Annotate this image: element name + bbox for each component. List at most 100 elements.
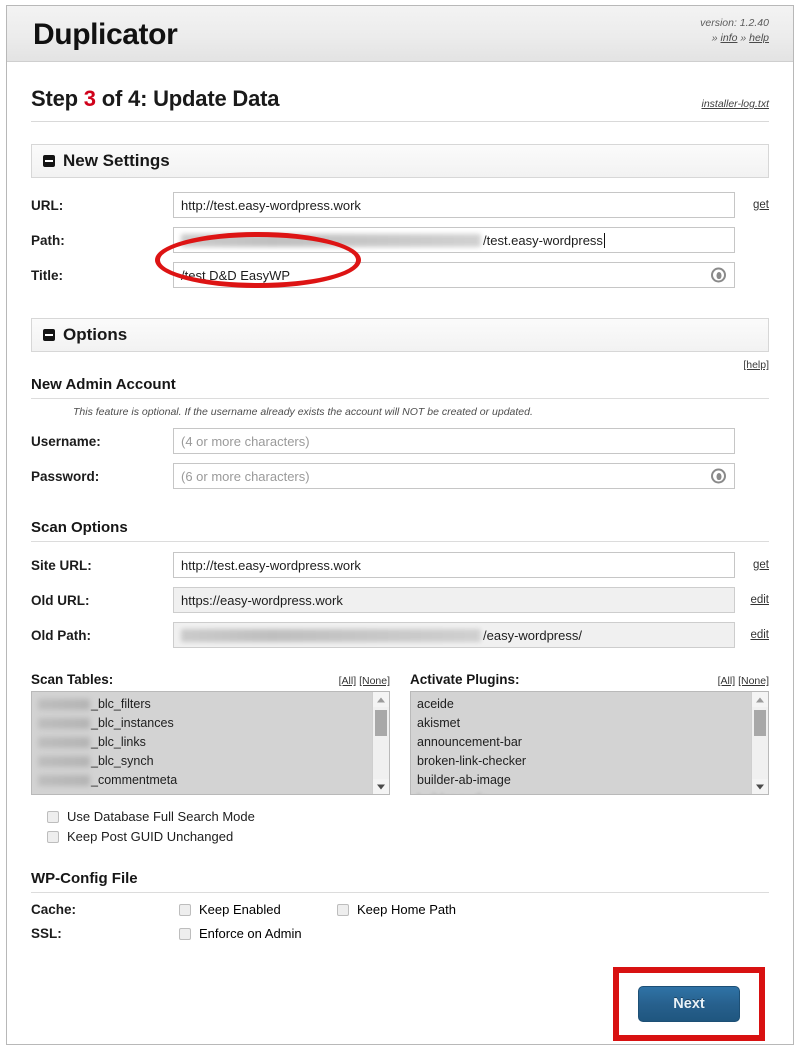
- list-item[interactable]: _blc_links: [32, 733, 389, 752]
- checkbox-row-full-search[interactable]: Use Database Full Search Mode: [47, 809, 769, 824]
- field-row-old-url: Old URL: https://easy-wordpress.work edi…: [31, 587, 769, 613]
- activate-plugins-all-link[interactable]: [All]: [718, 675, 736, 687]
- scan-tables-all-link[interactable]: [All]: [339, 675, 357, 687]
- wp-config-row-cache: Cache: Keep Enabled Keep Home Path: [31, 902, 769, 917]
- site-url-get-link[interactable]: get: [735, 559, 769, 571]
- checkbox-keep-enabled[interactable]: [179, 903, 191, 916]
- checkbox-label-keep-home-path: Keep Home Path: [357, 902, 457, 917]
- password-input[interactable]: (6 or more characters): [173, 463, 735, 489]
- scan-tables-listbox[interactable]: _blc_filters _blc_instances _blc_links _…: [31, 691, 390, 795]
- scrollbar-thumb[interactable]: [754, 710, 766, 736]
- url-get-link[interactable]: get: [735, 199, 769, 211]
- list-item[interactable]: akismet: [411, 714, 768, 733]
- next-button[interactable]: Next: [638, 986, 740, 1022]
- list-item-partial[interactable]: builder-audio: [411, 790, 768, 794]
- list-item[interactable]: _blc_synch: [32, 752, 389, 771]
- reveal-icon[interactable]: [711, 468, 726, 484]
- header-meta: version: 1.2.40 » info » help: [700, 16, 769, 46]
- installer-log-link[interactable]: installer-log.txt: [701, 98, 769, 110]
- old-url-value: https://easy-wordpress.work: [181, 592, 343, 608]
- site-url-value: http://test.easy-wordpress.work: [181, 557, 361, 573]
- site-url-label: Site URL:: [31, 557, 92, 573]
- step-prefix: Step: [31, 86, 78, 111]
- table-prefix-redacted: [38, 737, 90, 749]
- checkbox-keep-guid[interactable]: [47, 830, 59, 843]
- installer-page: Duplicator version: 1.2.40 » info » help…: [0, 0, 800, 1051]
- title-input[interactable]: /test D&D EasyWP: [173, 262, 735, 288]
- field-row-path: Path: /test.easy-wordpress: [31, 227, 769, 253]
- title-label: Title:: [31, 267, 64, 283]
- url-label: URL:: [31, 197, 64, 213]
- activate-plugins-scrollbar[interactable]: [751, 692, 768, 794]
- list-item[interactable]: broken-link-checker: [411, 752, 768, 771]
- username-input[interactable]: (4 or more characters): [173, 428, 735, 454]
- cache-keep-enabled-option[interactable]: Keep Enabled: [179, 902, 337, 917]
- old-url-edit-link[interactable]: edit: [735, 594, 769, 606]
- old-url-input[interactable]: https://easy-wordpress.work: [173, 587, 735, 613]
- table-prefix-redacted: [38, 718, 90, 730]
- scrollbar-thumb[interactable]: [375, 710, 387, 736]
- list-item[interactable]: _blc_instances: [32, 714, 389, 733]
- scan-tables-list: _blc_filters _blc_instances _blc_links _…: [32, 692, 389, 794]
- checkbox-row-keep-guid[interactable]: Keep Post GUID Unchanged: [47, 829, 769, 844]
- header-links: » info » help: [700, 31, 769, 46]
- checkbox-full-search[interactable]: [47, 810, 59, 823]
- app-title: Duplicator: [33, 18, 178, 51]
- field-row-site-url: Site URL: http://test.easy-wordpress.wor…: [31, 552, 769, 578]
- scroll-down-arrow-icon[interactable]: [373, 779, 389, 794]
- field-row-old-path: Old Path: /easy-wordpress/ edit: [31, 622, 769, 648]
- scroll-up-arrow-icon[interactable]: [752, 692, 768, 707]
- field-row-title: Title: /test D&D EasyWP: [31, 262, 769, 288]
- collapse-minus-icon[interactable]: [43, 155, 55, 167]
- section-header-new-settings[interactable]: New Settings: [31, 144, 769, 178]
- new-admin-account-heading: New Admin Account: [31, 376, 769, 399]
- cache-keep-home-path-option[interactable]: Keep Home Path: [337, 902, 495, 917]
- info-link[interactable]: info: [721, 32, 738, 44]
- section-header-options[interactable]: Options: [31, 318, 769, 352]
- scroll-down-arrow-icon[interactable]: [752, 779, 768, 794]
- list-item[interactable]: announcement-bar: [411, 733, 768, 752]
- list-item[interactable]: builder-ab-image: [411, 771, 768, 790]
- url-value: http://test.easy-wordpress.work: [181, 197, 361, 213]
- text-cursor: [603, 232, 605, 248]
- scan-options-heading: Scan Options: [31, 519, 769, 542]
- old-path-input[interactable]: /easy-wordpress/: [173, 622, 735, 648]
- list-item-partial[interactable]: ___________: [32, 790, 389, 794]
- activate-plugins-title: Activate Plugins:: [410, 672, 520, 687]
- help-link[interactable]: help: [749, 32, 769, 44]
- ssl-enforce-admin-option[interactable]: Enforce on Admin: [179, 926, 337, 941]
- url-input[interactable]: http://test.easy-wordpress.work: [173, 192, 735, 218]
- ssl-label: SSL:: [31, 926, 62, 941]
- old-path-edit-link[interactable]: edit: [735, 629, 769, 641]
- list-item[interactable]: _commentmeta: [32, 771, 389, 790]
- reveal-icon[interactable]: [711, 267, 726, 283]
- wp-config-rows: Cache: Keep Enabled Keep Home Path SSL: …: [31, 902, 769, 941]
- username-label: Username:: [31, 433, 101, 449]
- site-url-input[interactable]: http://test.easy-wordpress.work: [173, 552, 735, 578]
- path-value: /test.easy-wordpress: [483, 232, 603, 248]
- activate-plugins-actions: [All] [None]: [718, 675, 769, 687]
- activate-plugins-none-link[interactable]: [None]: [738, 675, 769, 687]
- scan-tables-scrollbar[interactable]: [372, 692, 389, 794]
- username-placeholder: (4 or more characters): [181, 433, 310, 449]
- collapse-minus-icon[interactable]: [43, 329, 55, 341]
- field-row-password: Password: (6 or more characters): [31, 463, 769, 489]
- list-item[interactable]: aceide: [411, 695, 768, 714]
- options-help-link[interactable]: [help]: [743, 359, 769, 371]
- checkbox-enforce-on-admin[interactable]: [179, 927, 191, 940]
- scan-tables-actions: [All] [None]: [339, 675, 390, 687]
- scroll-up-arrow-icon[interactable]: [373, 692, 389, 707]
- section-title-options: Options: [63, 325, 128, 344]
- scan-tables-none-link[interactable]: [None]: [359, 675, 390, 687]
- list-item[interactable]: _blc_filters: [32, 695, 389, 714]
- title-value: /test D&D EasyWP: [181, 267, 291, 283]
- checkbox-label-full-search: Use Database Full Search Mode: [67, 809, 255, 824]
- checkbox-keep-home-path[interactable]: [337, 903, 349, 916]
- new-admin-account-note: This feature is optional. If the usernam…: [73, 406, 533, 418]
- table-prefix-redacted: [38, 699, 90, 711]
- path-input[interactable]: /test.easy-wordpress: [173, 227, 735, 253]
- footer-button-area: Next: [31, 959, 769, 1055]
- old-path-value: /easy-wordpress/: [483, 627, 582, 643]
- activate-plugins-listbox[interactable]: aceide akismet announcement-bar broken-l…: [410, 691, 769, 795]
- step-number: 3: [83, 86, 96, 111]
